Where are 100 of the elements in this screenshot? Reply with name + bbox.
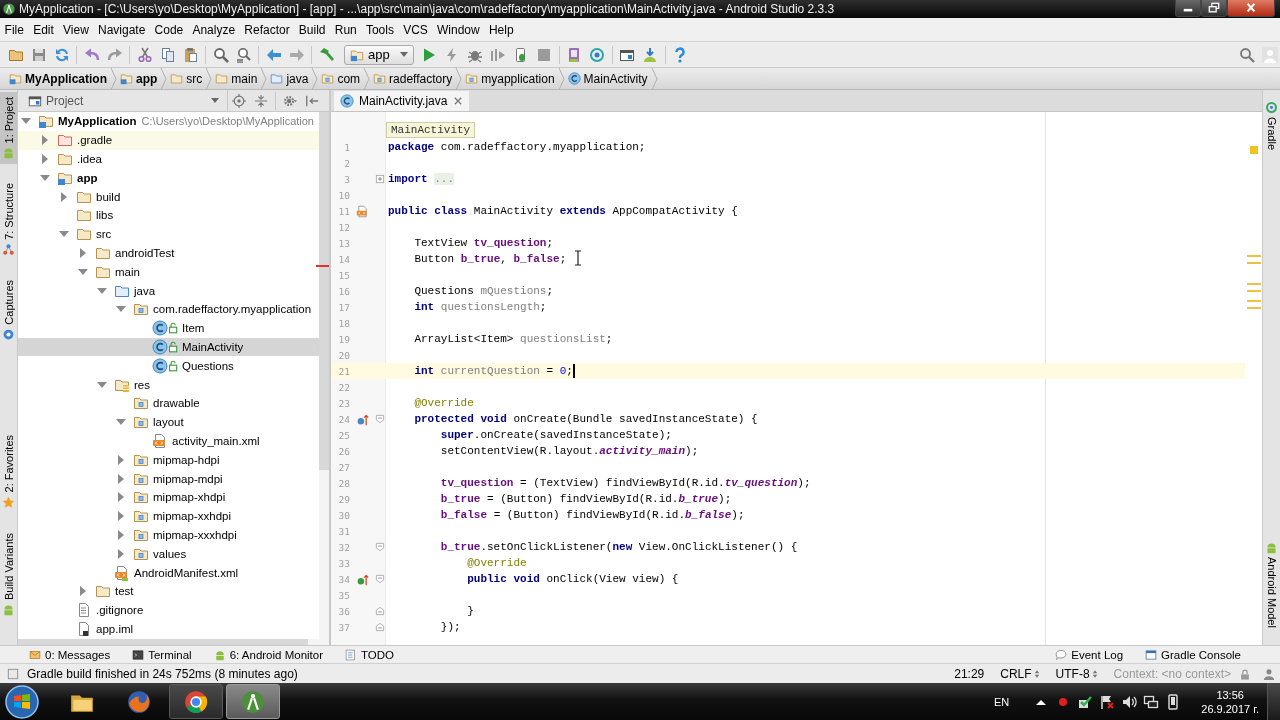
circle-arrow-up-icon[interactable] (355, 572, 369, 586)
tree-item[interactable]: mipmap-hdpi (18, 450, 319, 470)
menu-item[interactable]: Tools (361, 22, 399, 37)
curved-arrow-right-icon[interactable] (106, 46, 123, 63)
documents-icon[interactable] (159, 46, 176, 63)
encoding-selector[interactable]: UTF-8 (1055, 666, 1098, 681)
menu-item[interactable]: Code (149, 22, 188, 37)
tree-item[interactable]: src (18, 224, 319, 244)
scrollbar-thumb[interactable] (18, 639, 308, 645)
fold-marker-icon[interactable] (375, 414, 385, 424)
flag-icon[interactable] (1099, 693, 1116, 710)
language-indicator[interactable]: EN (994, 695, 1010, 708)
circular-arrows-icon[interactable] (53, 46, 70, 63)
tool-window-tab[interactable]: Build Variants (0, 527, 17, 621)
tool-window-tab[interactable]: 7: Structure (0, 178, 17, 262)
tree-item[interactable]: main (18, 262, 319, 282)
close-button[interactable] (1227, 0, 1275, 17)
tree-item[interactable]: drawable (18, 393, 319, 413)
tree-item[interactable]: libs (18, 206, 319, 225)
tool-window-tab[interactable]: 1: Project (0, 92, 17, 165)
taskbar-button[interactable] (225, 684, 280, 719)
show-desktop-button[interactable] (1267, 683, 1280, 720)
download-icon[interactable] (642, 46, 659, 63)
menu-item[interactable]: Run (330, 22, 362, 37)
run-config-dropdown[interactable]: app (344, 44, 414, 65)
crosshair-icon[interactable] (232, 93, 246, 108)
breadcrumb-item[interactable]: MainActivity (564, 71, 651, 86)
menu-item[interactable]: File (0, 22, 29, 37)
tree-item[interactable]: com.radeffactory.myapplication (18, 299, 319, 319)
start-orb-icon[interactable] (5, 684, 39, 719)
lock-icon[interactable] (1239, 667, 1251, 680)
square-icon[interactable] (7, 667, 19, 680)
tree-item[interactable]: res (18, 375, 319, 394)
fold-plus-icon[interactable] (375, 174, 385, 184)
fold-end-icon[interactable] (375, 622, 385, 632)
circle-arrow-up-icon[interactable] (355, 412, 369, 426)
stop-icon[interactable] (536, 46, 553, 63)
tree-item[interactable]: .gradle (18, 130, 319, 150)
menu-item[interactable]: Edit (28, 22, 59, 37)
editor-tab[interactable]: MainActivity.java (334, 91, 470, 111)
tool-window-button[interactable]: Terminal (129, 648, 195, 661)
tool-window-button[interactable]: 0: Messages (26, 648, 114, 661)
tree-item[interactable]: AndroidManifest.xml (18, 563, 319, 582)
person-icon[interactable] (1263, 667, 1275, 680)
breadcrumb-item[interactable]: com (318, 71, 364, 86)
curved-arrow-left-icon[interactable] (83, 46, 100, 63)
tree-item[interactable]: values (18, 544, 319, 564)
close-icon[interactable] (454, 97, 463, 105)
settings-icon[interactable] (283, 93, 297, 108)
rings-icon[interactable] (589, 46, 606, 63)
tree-item[interactable]: mipmap-xxxhdpi (18, 525, 319, 545)
search-icon[interactable] (212, 46, 229, 63)
arrow-right-icon[interactable] (288, 46, 305, 63)
magnifier-lines-icon[interactable] (235, 46, 252, 63)
search-icon[interactable] (1239, 46, 1255, 63)
minimize-button[interactable] (1175, 0, 1201, 17)
tool-window-button[interactable]: Gradle Console (1142, 648, 1244, 661)
hammer-icon[interactable] (318, 46, 335, 63)
tool-window-button[interactable]: TODO (342, 648, 398, 661)
tree-item[interactable]: app (18, 168, 319, 188)
arrow-to-bar-icon[interactable] (305, 93, 319, 108)
scrollbar-thumb[interactable] (319, 112, 329, 470)
tree-item[interactable]: mipmap-mdpi (18, 469, 319, 488)
menu-item[interactable]: View (58, 22, 94, 37)
tree-item[interactable]: mipmap-xxhdpi (18, 506, 319, 526)
tool-window-tab[interactable]: Gradle (1263, 96, 1280, 156)
breadcrumb-item[interactable]: main (212, 71, 261, 86)
tool-window-tab[interactable]: Android Model (1263, 536, 1280, 633)
menu-item[interactable]: Navigate (93, 22, 150, 37)
xml-file-icon[interactable] (355, 204, 369, 218)
menu-item[interactable]: Window (432, 22, 485, 37)
menu-item[interactable]: Analyze (187, 22, 240, 37)
monitors-icon[interactable] (1143, 693, 1160, 710)
tree-item[interactable]: Questions (18, 356, 319, 376)
tree-item[interactable]: build (18, 187, 319, 206)
fold-marker-icon[interactable] (375, 542, 385, 552)
tree-item[interactable]: .idea (18, 149, 319, 169)
tool-window-tab[interactable]: Captures (0, 275, 17, 346)
tree-item[interactable]: activity_main.xml (18, 431, 319, 451)
tree-item[interactable]: app.iml (18, 619, 319, 639)
arrows-to-line-icon[interactable] (254, 93, 268, 108)
breadcrumb-item[interactable]: radeffactory (370, 71, 456, 86)
tree-item[interactable]: .gitignore (18, 600, 319, 620)
tree-item[interactable]: androidTest (18, 243, 319, 263)
breadcrumb-item[interactable]: src (167, 71, 206, 86)
menu-item[interactable]: VCS (398, 22, 433, 37)
tool-window-button[interactable]: Event Log (1052, 648, 1127, 661)
tool-window-tab[interactable]: 2: Favorites (0, 430, 17, 514)
restore-button[interactable] (1201, 0, 1227, 17)
fold-marker-icon[interactable] (375, 574, 385, 584)
tree-item[interactable]: mipmap-xhdpi (18, 487, 319, 507)
menu-item[interactable]: Help (484, 22, 519, 37)
menu-item[interactable]: Build (294, 22, 331, 37)
caret-position[interactable]: 21:29 (954, 666, 985, 681)
clipboard-icon[interactable] (182, 46, 199, 63)
tree-item[interactable]: MainActivity (18, 337, 319, 357)
breadcrumb-item[interactable]: java (267, 71, 312, 86)
taskbar-button[interactable] (168, 684, 223, 719)
tree-item[interactable]: Item (18, 318, 319, 338)
tree-item[interactable]: layout (18, 412, 319, 432)
